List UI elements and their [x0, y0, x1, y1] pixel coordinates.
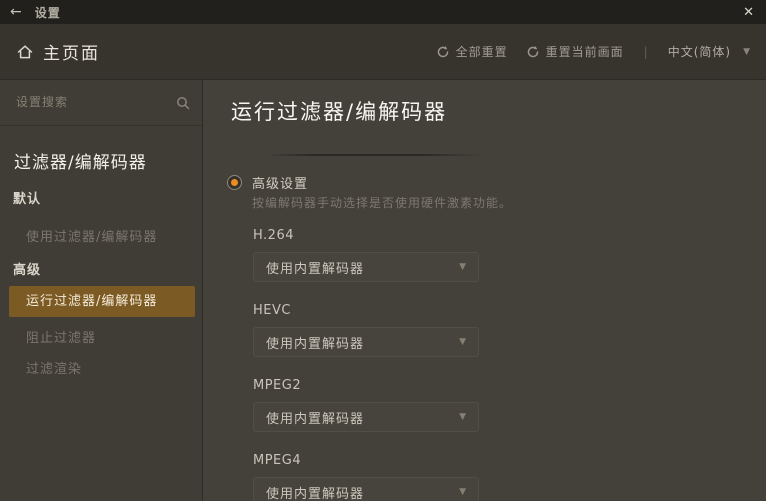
home-icon [16, 43, 34, 61]
advanced-settings-radio-row: 高级设置 [227, 173, 308, 192]
page-title: 主页面 [43, 44, 100, 64]
sidebar-group-advanced: 高级 [13, 263, 42, 278]
codec-dropdown-mpeg2[interactable]: 使用内置解码器 ▼ [253, 402, 479, 432]
sidebar-item-run-filters[interactable]: 运行过滤器/编解码器 [9, 286, 195, 317]
reset-current-label: 重置当前画面 [545, 45, 624, 59]
separator: | [643, 44, 648, 59]
description-text: 按编解码器手动选择是否使用硬件激素功能。 [252, 196, 513, 210]
language-select[interactable]: 中文(简体) ▼ [668, 43, 750, 60]
codec-label-mpeg4: MPEG4 [253, 453, 302, 468]
header: 主页面 全部重置 重置当前画面 | 中文(简体) ▼ [0, 24, 766, 80]
codec-dropdown-mpeg4[interactable]: 使用内置解码器 ▼ [253, 477, 479, 501]
refresh-icon [436, 45, 450, 59]
sidebar-section-title: 过滤器/编解码器 [14, 153, 147, 173]
chevron-down-icon: ▼ [459, 487, 466, 497]
window-title: 设置 [34, 5, 61, 20]
chevron-down-icon: ▼ [459, 337, 466, 347]
sidebar-item-block-filters[interactable]: 阻止过滤器 [26, 327, 96, 346]
refresh-icon [526, 45, 540, 59]
content-heading: 运行过滤器/编解码器 [231, 100, 448, 124]
chevron-down-icon: ▼ [743, 46, 750, 57]
sidebar-item-use-filters[interactable]: 使用过滤器/编解码器 [26, 226, 157, 245]
search-icon[interactable] [176, 95, 190, 114]
sidebar-group-default: 默认 [13, 192, 42, 207]
dropdown-value: 使用内置解码器 [266, 336, 365, 352]
reset-all-label: 全部重置 [455, 45, 508, 59]
sidebar: 过滤器/编解码器 默认 使用过滤器/编解码器 高级 运行过滤器/编解码器 阻止过… [0, 80, 203, 501]
codec-label-h264: H.264 [253, 228, 294, 243]
titlebar: ← 设置 ✕ [0, 0, 766, 24]
codec-dropdown-h264[interactable]: 使用内置解码器 ▼ [253, 252, 479, 282]
radio-dot [231, 179, 238, 186]
reset-current-button[interactable]: 重置当前画面 [526, 43, 624, 60]
main-content: 运行过滤器/编解码器 高级设置 按编解码器手动选择是否使用硬件激素功能。 H.2… [204, 80, 766, 501]
language-value: 中文(简体) [667, 45, 732, 59]
codec-label-mpeg2: MPEG2 [253, 378, 302, 393]
close-icon: ✕ [743, 4, 754, 20]
search-input[interactable] [0, 80, 186, 124]
arrow-left-icon: ← [10, 4, 22, 20]
close-button[interactable]: ✕ [741, 5, 756, 20]
radio-label: 高级设置 [252, 177, 309, 192]
divider [270, 154, 483, 156]
header-actions: 全部重置 重置当前画面 | 中文(简体) ▼ [436, 43, 750, 60]
home-breadcrumb: 主页面 [16, 39, 100, 64]
radio-button[interactable] [227, 175, 242, 190]
dropdown-value: 使用内置解码器 [266, 486, 365, 501]
codec-dropdown-hevc[interactable]: 使用内置解码器 ▼ [253, 327, 479, 357]
search-row [0, 80, 202, 126]
settings-window: ← 设置 ✕ 主页面 全部重置 重置当前画面 | 中文(简体) ▼ 设置搜索 过… [0, 0, 766, 501]
reset-all-button[interactable]: 全部重置 [436, 43, 508, 60]
sidebar-item-filter-render[interactable]: 过滤渲染 [26, 358, 82, 377]
codec-label-hevc: HEVC [253, 303, 291, 318]
chevron-down-icon: ▼ [459, 412, 466, 422]
dropdown-value: 使用内置解码器 [266, 411, 365, 427]
dropdown-value: 使用内置解码器 [266, 261, 365, 277]
chevron-down-icon: ▼ [459, 262, 466, 272]
back-button[interactable]: ← [10, 0, 22, 24]
